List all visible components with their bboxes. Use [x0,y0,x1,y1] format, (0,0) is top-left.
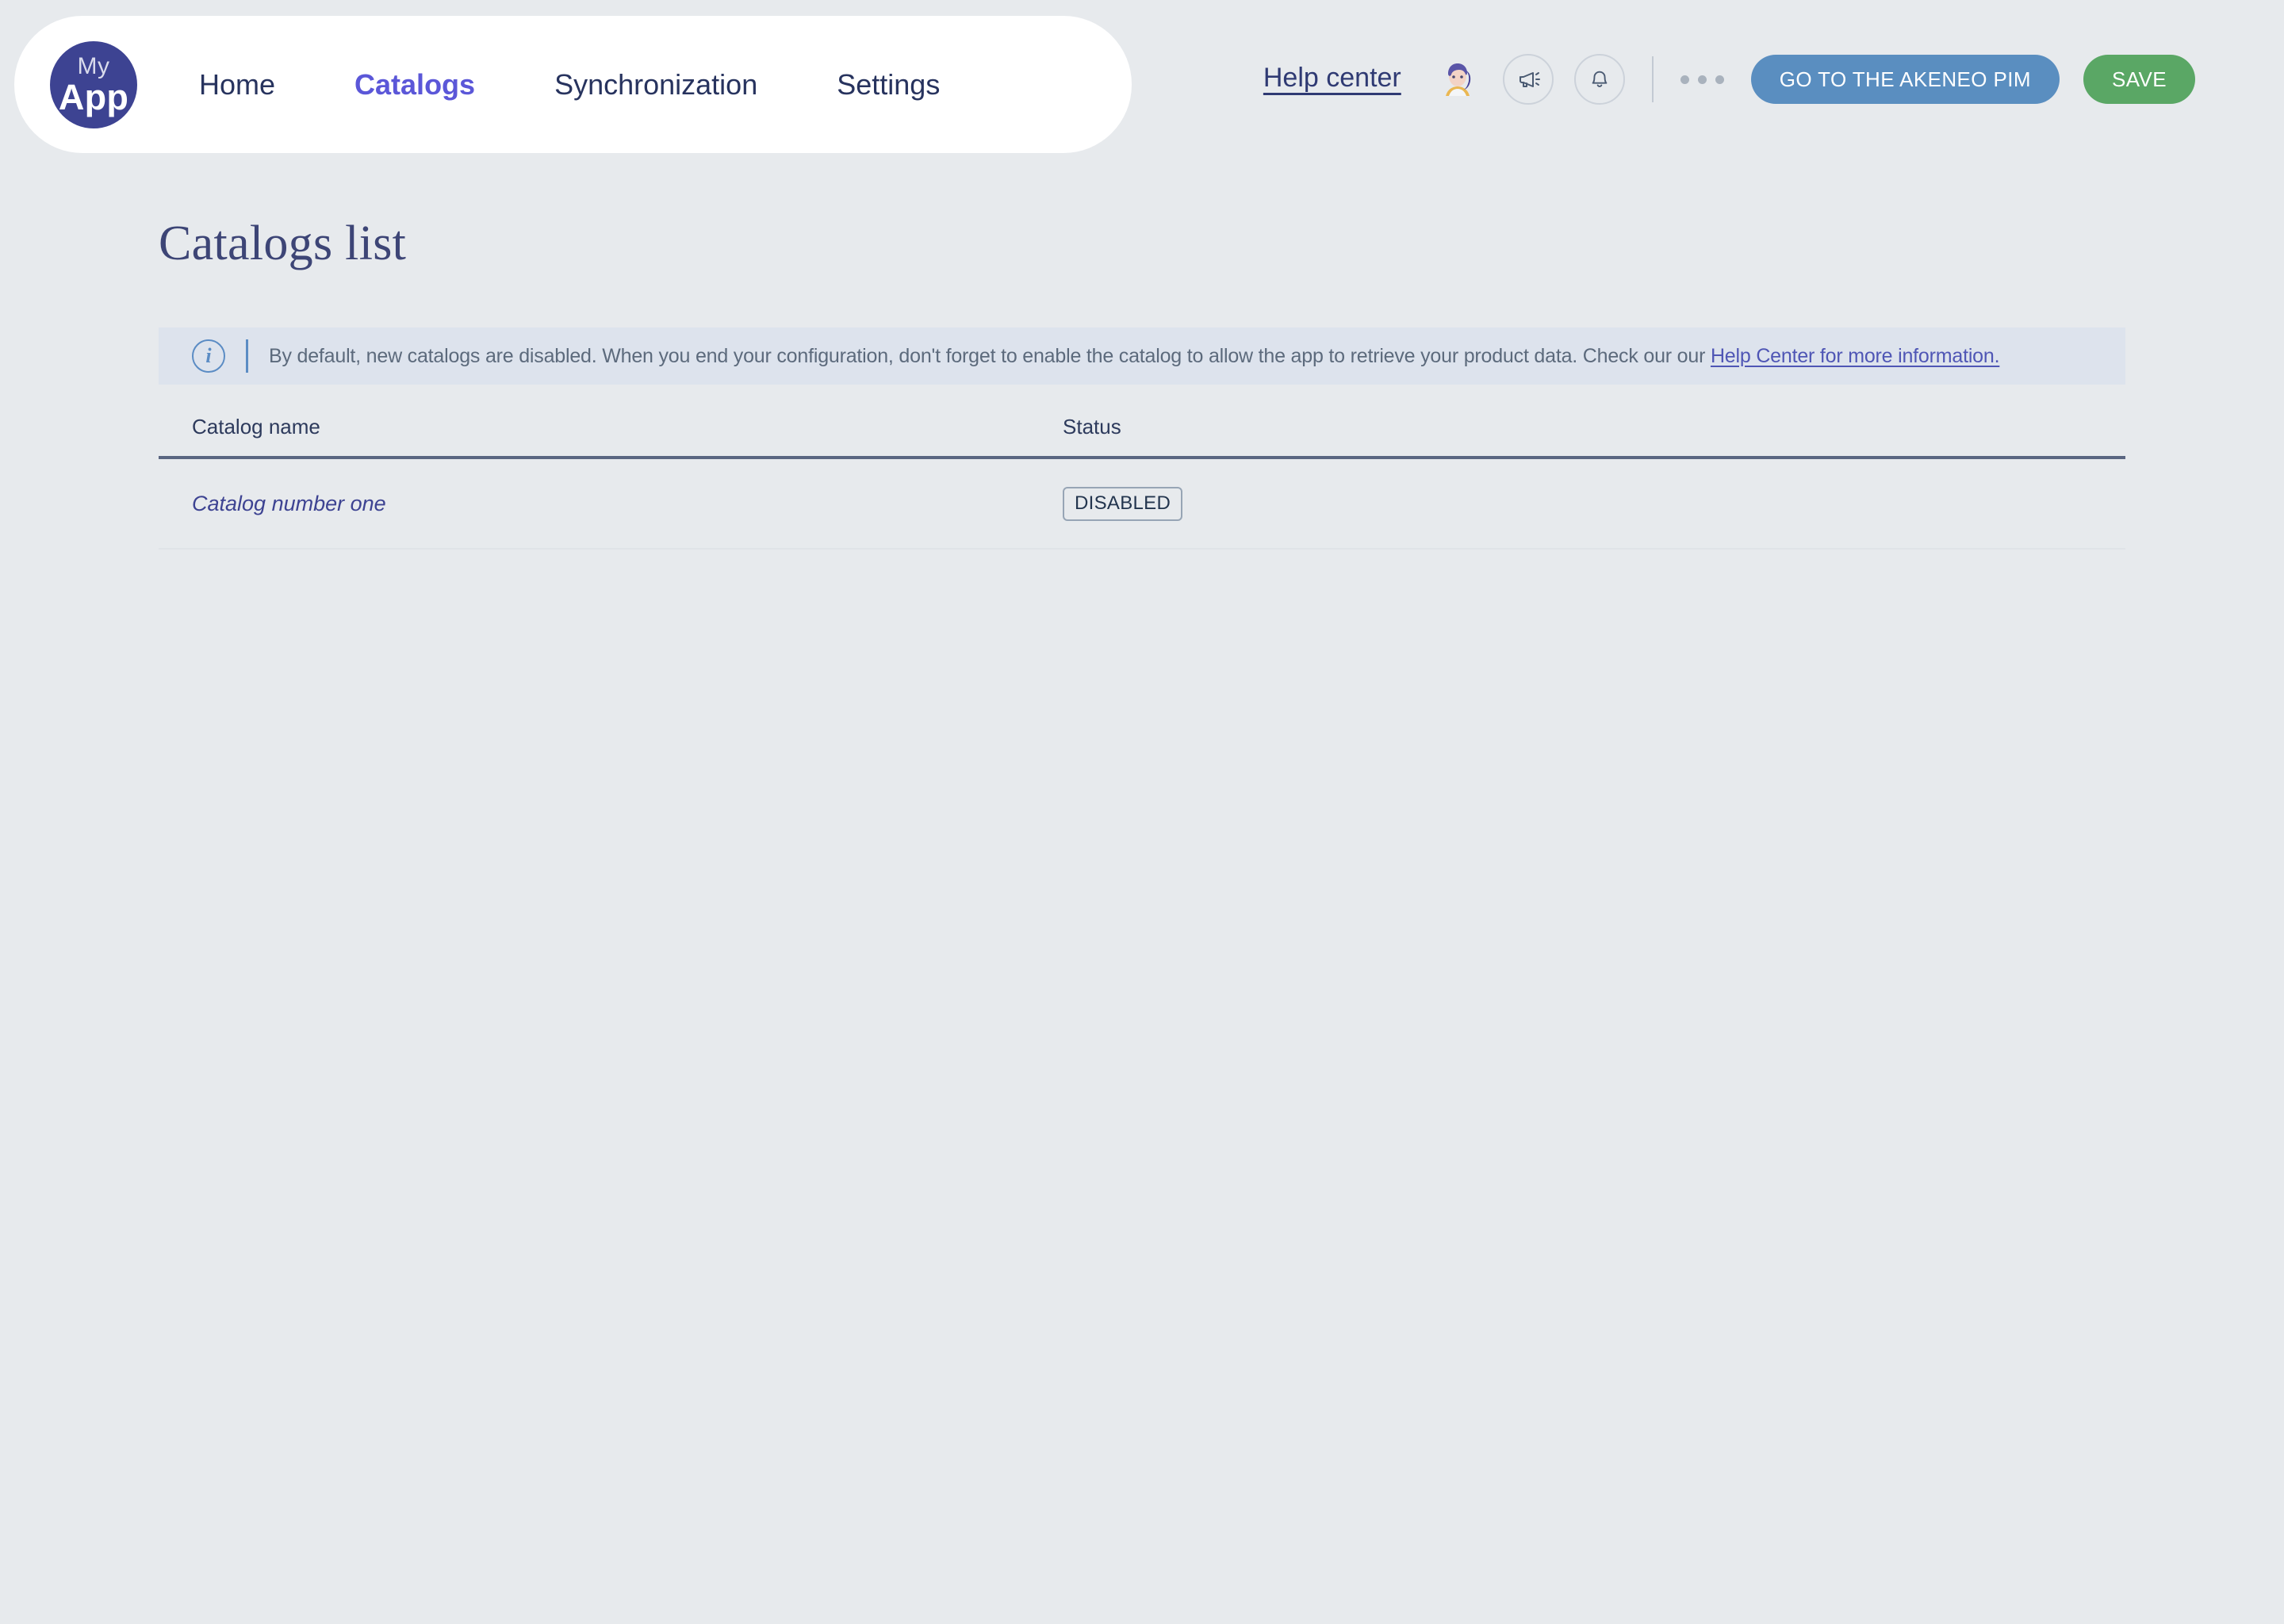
nav-item-home[interactable]: Home [197,63,277,106]
toolbar-divider [1651,56,1654,102]
top-bar-actions: Help center GO TO THE AKENEO PIM SAVE [1263,48,2195,111]
go-to-akeneo-pim-button[interactable]: GO TO THE AKENEO PIM [1750,55,2060,104]
info-banner-text: By default, new catalogs are disabled. W… [269,344,2000,368]
megaphone-icon[interactable] [1502,54,1554,105]
more-dots-icon[interactable] [1680,75,1724,84]
info-circle-icon: i [192,339,225,373]
cell-catalog-name: Catalog number one [159,492,1063,516]
logo-text-app: App [58,76,129,117]
nav-item-settings[interactable]: Settings [835,63,941,106]
logo-text-my: My [77,52,110,79]
nav-item-catalogs[interactable]: Catalogs [353,63,477,106]
bell-icon[interactable] [1573,54,1625,105]
navigation-card: My App Home Catalogs Synchronization Set… [14,16,1132,153]
user-avatar-icon[interactable] [1434,56,1481,102]
main-navigation: Home Catalogs Synchronization Settings [197,63,941,106]
app-logo[interactable]: My App [50,40,137,128]
help-center-info-link[interactable]: Help Center for more information. [1711,345,2000,367]
column-header-status: Status [1063,414,1121,439]
info-banner-separator [246,339,248,373]
save-button[interactable]: SAVE [2083,55,2195,104]
cell-status: DISABLED [1063,486,1539,521]
page-title: Catalogs list [159,216,407,270]
catalog-name-link[interactable]: Catalog number one [192,492,386,515]
info-banner: i By default, new catalogs are disabled.… [159,327,2125,385]
main-content: Catalogs list i By default, new catalogs… [159,216,2125,550]
help-center-link[interactable]: Help center [1263,63,1401,94]
nav-item-synchronization[interactable]: Synchronization [553,63,759,106]
column-header-catalog-name: Catalog name [192,414,320,439]
table-row[interactable]: Catalog number one DISABLED [159,459,2125,550]
info-banner-message: By default, new catalogs are disabled. W… [269,344,1711,367]
catalogs-table: Catalog name Status Catalog number one D… [159,407,2125,550]
status-badge: DISABLED [1063,486,1183,521]
top-bar: My App Home Catalogs Synchronization Set… [0,0,2284,155]
table-header-row: Catalog name Status [159,407,2125,459]
